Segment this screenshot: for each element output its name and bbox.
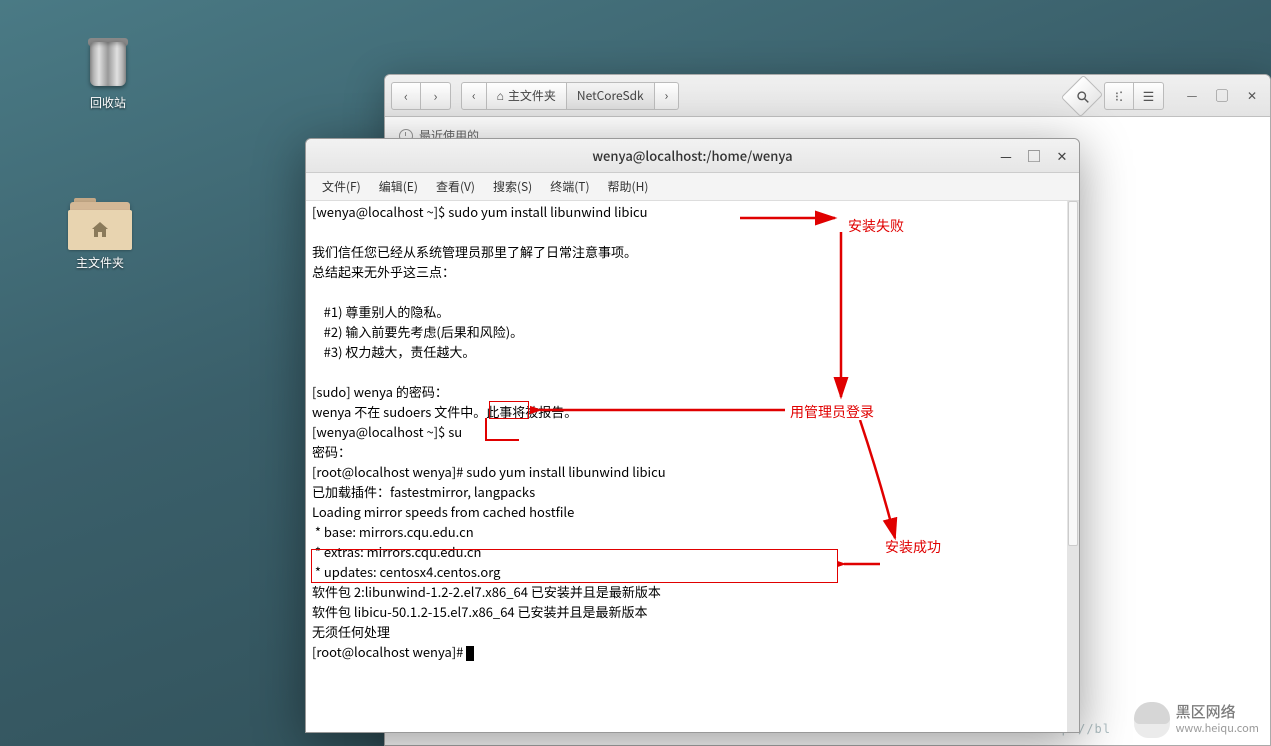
terminal-cursor bbox=[466, 646, 474, 661]
menu-help[interactable]: 帮助(H) bbox=[600, 175, 657, 198]
menu-edit[interactable]: 编辑(E) bbox=[371, 175, 426, 198]
fm-close-button[interactable]: ✕ bbox=[1240, 86, 1264, 106]
terminal-window: wenya@localhost:/home/wenya — ▢ ✕ 文件(F) … bbox=[305, 138, 1080, 733]
terminal-titlebar[interactable]: wenya@localhost:/home/wenya — ▢ ✕ bbox=[306, 139, 1079, 173]
fm-maximize-button[interactable]: ▢ bbox=[1210, 86, 1234, 106]
watermark-url: www.heiqu.com bbox=[1176, 720, 1259, 736]
watermark-brand: 黑区网络 bbox=[1176, 704, 1259, 721]
desktop-trash[interactable]: 回收站 bbox=[68, 34, 148, 111]
trash-label: 回收站 bbox=[68, 94, 148, 111]
terminal-output: [wenya@localhost ~]$ sudo yum install li… bbox=[306, 201, 1079, 665]
terminal-title-text: wenya@localhost:/home/wenya bbox=[592, 146, 792, 165]
term-minimize-button[interactable]: — bbox=[997, 147, 1015, 165]
home-folder-label: 主文件夹 bbox=[60, 254, 140, 271]
path-back-button[interactable]: ‹ bbox=[461, 82, 487, 110]
menu-search[interactable]: 搜索(S) bbox=[485, 175, 540, 198]
nav-forward-button[interactable]: › bbox=[421, 82, 451, 110]
view-icons-button[interactable]: ⁝⁚ bbox=[1104, 82, 1134, 110]
view-list-button[interactable]: ☰ bbox=[1134, 82, 1164, 110]
scrollbar-thumb[interactable] bbox=[1068, 201, 1078, 546]
menu-terminal[interactable]: 终端(T) bbox=[542, 175, 597, 198]
term-close-button[interactable]: ✕ bbox=[1053, 147, 1071, 165]
terminal-body[interactable]: [wenya@localhost ~]$ sudo yum install li… bbox=[306, 201, 1079, 732]
folder-icon bbox=[68, 198, 132, 250]
path-forward-button[interactable]: › bbox=[655, 82, 680, 110]
breadcrumb-netcoresdk[interactable]: NetCoreSdk bbox=[567, 82, 655, 110]
home-icon: ⌂ bbox=[497, 87, 504, 104]
nav-back-button[interactable]: ‹ bbox=[391, 82, 421, 110]
terminal-menubar: 文件(F) 编辑(E) 查看(V) 搜索(S) 终端(T) 帮助(H) bbox=[306, 173, 1079, 201]
mushroom-icon bbox=[1134, 702, 1170, 738]
breadcrumb-home[interactable]: ⌂ 主文件夹 bbox=[487, 82, 567, 110]
terminal-scrollbar[interactable] bbox=[1067, 201, 1079, 732]
menu-file[interactable]: 文件(F) bbox=[314, 175, 369, 198]
trash-icon bbox=[84, 34, 132, 90]
fm-minimize-button[interactable]: — bbox=[1180, 86, 1204, 106]
term-maximize-button[interactable]: ▢ bbox=[1025, 147, 1043, 165]
filemanager-toolbar: ‹ › ‹ ⌂ 主文件夹 NetCoreSdk › ⚲ ⁝⁚ ☰ — ▢ ✕ bbox=[385, 75, 1270, 117]
menu-view[interactable]: 查看(V) bbox=[428, 175, 483, 198]
desktop-home-folder[interactable]: 主文件夹 bbox=[60, 198, 140, 271]
search-button[interactable]: ⚲ bbox=[1061, 74, 1103, 116]
watermark: 黑区网络 www.heiqu.com bbox=[1134, 702, 1259, 738]
